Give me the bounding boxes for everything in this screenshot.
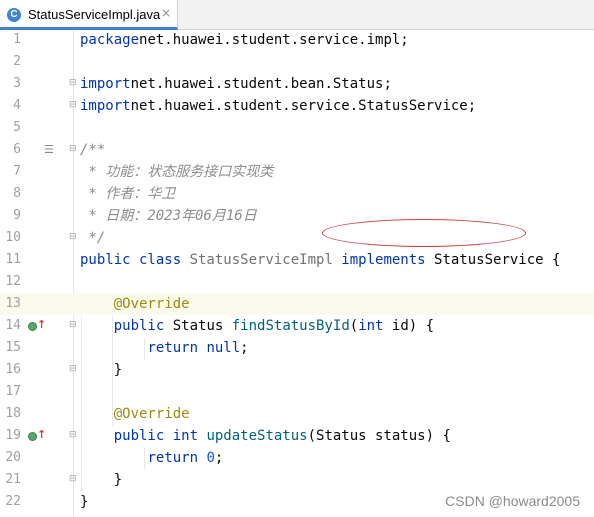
code-line[interactable]: 20 return 0; — [0, 447, 594, 469]
code-text: } — [80, 472, 123, 488]
line-number: 19 — [5, 428, 21, 443]
line-number: 11 — [5, 252, 21, 267]
code-text: } — [80, 362, 123, 378]
fold-toggle-icon[interactable]: ⊟ — [69, 233, 77, 242]
line-number: 3 — [13, 76, 21, 91]
fold-toggle-icon[interactable]: ⊟ — [69, 431, 77, 440]
code-text: * 日期：2023年06月16日 — [80, 208, 257, 224]
line-number: 12 — [5, 274, 21, 289]
code-text: packagenet.huawei.student.service.impl; — [80, 32, 409, 48]
line-number: 17 — [5, 384, 21, 399]
code-text: importnet.huawei.student.bean.Status; — [80, 76, 392, 92]
line-number: 2 — [13, 54, 21, 69]
line-number: 1 — [13, 32, 21, 47]
code-line[interactable]: 7 * 功能：状态服务接口实现类 — [0, 161, 594, 183]
rendered-doc-icon[interactable]: ☰ — [44, 144, 57, 156]
fold-toggle-icon[interactable]: ⊟ — [69, 321, 77, 330]
line-number: 10 — [5, 230, 21, 245]
line-number: 20 — [5, 450, 21, 465]
line-number: 14 — [5, 318, 21, 333]
code-line[interactable]: 17 — [0, 381, 594, 403]
code-line[interactable]: 5 — [0, 117, 594, 139]
code-text: public Status findStatusById(int id) { — [113, 318, 435, 334]
code-line[interactable]: 14 ↑ ⊟ public Status findStatusById(int id… — [0, 315, 594, 337]
line-number: 18 — [5, 406, 21, 421]
code-text: @Override — [113, 406, 190, 422]
watermark: CSDN @howard2005 — [445, 493, 580, 509]
code-text: public class StatusServiceImpl implement… — [80, 252, 561, 268]
fold-toggle-icon[interactable]: ⊟ — [69, 475, 77, 484]
code-line[interactable]: 6 ☰ ⊟/** — [0, 139, 594, 161]
code-text: public int updateStatus(Status status) { — [113, 428, 451, 444]
close-icon[interactable]: × — [161, 6, 171, 20]
line-number: 9 — [13, 208, 21, 223]
code-line[interactable]: 4 ⊟ importnet.huawei.student.service.Statu… — [0, 95, 594, 117]
line-number: 5 — [13, 120, 21, 135]
line-number: 7 — [13, 164, 21, 179]
tab-statusserviceimpl[interactable]: C StatusServiceImpl.java × — [0, 0, 178, 30]
code-text: importnet.huawei.student.service.StatusS… — [80, 98, 477, 114]
code-line[interactable]: 18 @Override — [0, 403, 594, 425]
code-text: @Override — [113, 296, 190, 312]
code-editor[interactable]: 1 packagenet.huawei.student.service.impl;… — [0, 30, 594, 517]
code-text: } — [80, 494, 89, 510]
line-number: 4 — [13, 98, 21, 113]
code-line[interactable]: 1 packagenet.huawei.student.service.impl; — [0, 29, 594, 51]
code-line[interactable]: 21 ⊟ } — [0, 469, 594, 491]
line-number: 22 — [5, 494, 21, 509]
code-line[interactable]: 15 return null; — [0, 337, 594, 359]
code-line[interactable]: 11 public class StatusServiceImpl impleme… — [0, 249, 594, 271]
code-text: return null; — [147, 340, 249, 356]
code-text: return 0; — [147, 450, 224, 466]
code-line[interactable]: 13 @Override — [0, 293, 594, 315]
line-number: 15 — [5, 340, 21, 355]
highlight-circle — [322, 219, 526, 247]
line-number: 8 — [13, 186, 21, 201]
code-line[interactable]: 12 — [0, 271, 594, 293]
implements-method-icon[interactable]: ↑ — [28, 428, 46, 442]
line-number: 21 — [5, 472, 21, 487]
code-line[interactable]: 8 * 作者：华卫 — [0, 183, 594, 205]
fold-toggle-icon[interactable]: ⊟ — [69, 101, 77, 110]
code-text: * 功能：状态服务接口实现类 — [80, 164, 274, 180]
fold-toggle-icon[interactable]: ⊟ — [69, 365, 77, 374]
java-class-icon: C — [7, 8, 21, 22]
code-text: * 作者：华卫 — [80, 186, 176, 202]
line-number: 16 — [5, 362, 21, 377]
fold-toggle-icon[interactable]: ⊟ — [69, 145, 77, 154]
fold-toggle-icon[interactable]: ⊟ — [69, 79, 77, 88]
line-number: 13 — [5, 296, 21, 311]
code-text: /** — [80, 142, 106, 158]
code-line[interactable]: 19 ↑ ⊟ public int updateStatus(Status stat… — [0, 425, 594, 447]
line-number: 6 — [13, 142, 21, 157]
code-line[interactable]: 2 — [0, 51, 594, 73]
code-line[interactable]: 3 ⊟ importnet.huawei.student.bean.Status; — [0, 73, 594, 95]
code-line[interactable]: 16 ⊟ } — [0, 359, 594, 381]
editor-tab-bar: C StatusServiceImpl.java × — [0, 0, 594, 30]
code-text: */ — [80, 230, 106, 246]
implements-method-icon[interactable]: ↑ — [28, 318, 46, 332]
tab-label: StatusServiceImpl.java — [28, 7, 161, 22]
